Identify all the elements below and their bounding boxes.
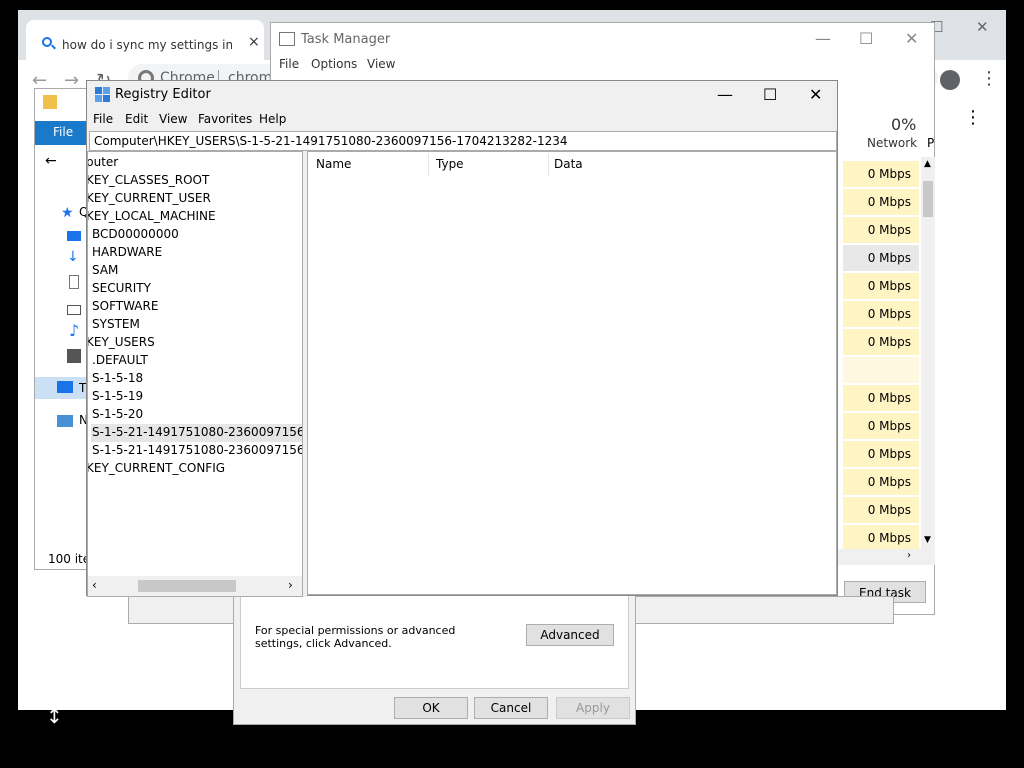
chrome-close-button[interactable]: ✕: [976, 18, 989, 36]
tm-menu-file[interactable]: File: [279, 57, 299, 71]
network-cell: 0 Mbps: [843, 161, 919, 187]
network-cell: 0 Mbps: [843, 273, 919, 299]
cancel-button[interactable]: Cancel: [474, 697, 548, 719]
profile-avatar-icon[interactable]: [940, 70, 960, 90]
tab-close-icon[interactable]: ×: [248, 34, 260, 50]
re-close-button[interactable]: ✕: [809, 85, 822, 104]
re-maximize-button[interactable]: ☐: [763, 85, 777, 104]
tree-node[interactable]: S-1-5-18: [91, 370, 144, 388]
star-icon: ★: [61, 205, 74, 221]
re-minimize-button[interactable]: —: [717, 85, 733, 104]
tree-node[interactable]: .DEFAULT: [91, 352, 149, 370]
network-cell: 0 Mbps: [843, 217, 919, 243]
tree-node[interactable]: S-1-5-19: [91, 388, 144, 406]
tree-node[interactable]: KEY_CURRENT_USER: [88, 190, 212, 208]
tm-menu-view[interactable]: View: [367, 57, 395, 71]
resize-cursor-icon: ↕: [46, 704, 63, 728]
security-panel: For special permissions or advanced sett…: [240, 591, 629, 689]
column-data[interactable]: Data: [554, 157, 583, 171]
tm-scroll-thumb[interactable]: [923, 181, 933, 217]
tree-node[interactable]: SECURITY: [91, 280, 152, 298]
address-bar[interactable]: Computer\HKEY_USERS\S-1-5-21-1491751080-…: [89, 131, 837, 151]
tree-node[interactable]: KEY_CURRENT_CONFIG: [88, 460, 226, 478]
tree-node[interactable]: KEY_LOCAL_MACHINE: [88, 208, 217, 226]
scroll-right-icon[interactable]: ›: [907, 550, 911, 561]
network-cell: 0 Mbps: [843, 525, 919, 551]
tree-node[interactable]: KEY_CLASSES_ROOT: [88, 172, 210, 190]
column-separator[interactable]: [548, 154, 549, 176]
tree-node[interactable]: puter: [88, 154, 119, 172]
column-name[interactable]: Name: [316, 157, 351, 171]
apply-button[interactable]: Apply: [556, 697, 630, 719]
documents-icon: [69, 275, 79, 289]
re-menu-view[interactable]: View: [159, 112, 187, 126]
tab-title: how do i sync my settings in wind: [62, 38, 232, 52]
scroll-left-icon[interactable]: ‹: [92, 578, 97, 592]
tree-scroll-thumb[interactable]: [138, 580, 236, 592]
music-icon: ♪: [69, 321, 80, 340]
search-icon: [42, 37, 52, 47]
network-icon: [57, 415, 73, 427]
advanced-button[interactable]: Advanced: [526, 624, 614, 646]
tm-menu-options[interactable]: Options: [311, 57, 357, 71]
network-percent: 0%: [891, 115, 917, 134]
ribbon-file-tab[interactable]: File: [53, 125, 73, 139]
re-menu-help[interactable]: Help: [259, 112, 286, 126]
network-cell: [843, 357, 919, 383]
scroll-down-icon[interactable]: ▼: [924, 535, 931, 545]
pictures-icon: [67, 305, 81, 315]
tm-maximize-button[interactable]: ☐: [859, 29, 873, 48]
tree-node[interactable]: S-1-5-21-1491751080-2360097156-17042: [91, 442, 302, 460]
task-manager-title: Task Manager: [301, 32, 391, 47]
downloads-icon: ↓: [67, 249, 79, 265]
tm-vertical-scrollbar[interactable]: ▲ ▼: [921, 157, 935, 549]
computer-icon: [57, 381, 73, 393]
registry-editor-window: Registry Editor — ☐ ✕ File Edit View Fav…: [86, 80, 838, 597]
chrome-menu-icon[interactable]: ⋮: [980, 68, 998, 89]
tm-minimize-button[interactable]: —: [815, 29, 831, 48]
tree-node[interactable]: SOFTWARE: [91, 298, 159, 316]
column-separator[interactable]: [428, 154, 429, 176]
ok-button[interactable]: OK: [394, 697, 468, 719]
tree-node[interactable]: BCD00000000: [91, 226, 180, 244]
network-cell: 0 Mbps: [843, 413, 919, 439]
tree-node[interactable]: SAM: [91, 262, 119, 280]
network-cell: 0 Mbps: [843, 441, 919, 467]
back-icon[interactable]: ←: [45, 153, 57, 169]
registry-tree: puter KEY_CLASSES_ROOT KEY_CURRENT_USER KEY…: [87, 151, 303, 597]
registry-editor-icon: [95, 87, 110, 102]
network-cell: 0 Mbps: [843, 497, 919, 523]
network-cell: 0 Mbps: [843, 469, 919, 495]
folder-icon: [43, 95, 57, 109]
videos-icon: [67, 349, 81, 363]
network-cell: 0 Mbps: [843, 245, 919, 271]
values-list: Name Type Data: [307, 151, 837, 595]
chrome-tab[interactable]: how do i sync my settings in wind ×: [26, 20, 264, 60]
re-menu-edit[interactable]: Edit: [125, 112, 148, 126]
tree-node[interactable]: HARDWARE: [91, 244, 163, 262]
column-type[interactable]: Type: [436, 157, 464, 171]
tree-horizontal-scrollbar[interactable]: ‹ ›: [88, 576, 302, 596]
scroll-up-icon[interactable]: ▲: [924, 159, 931, 169]
advanced-note: For special permissions or advanced sett…: [255, 624, 456, 650]
network-label: Network: [867, 136, 918, 150]
re-menu-favorites[interactable]: Favorites: [198, 112, 252, 126]
power-column-partial[interactable]: P: [927, 136, 934, 150]
task-manager-icon: [279, 32, 295, 46]
tree-node[interactable]: S-1-5-21-1491751080-2360097156-17042: [91, 424, 302, 442]
network-cell: 0 Mbps: [843, 301, 919, 327]
network-cell: 0 Mbps: [843, 329, 919, 355]
network-cell: 0 Mbps: [843, 385, 919, 411]
tm-more-icon[interactable]: ⋮: [964, 107, 982, 128]
scroll-right-icon[interactable]: ›: [288, 578, 293, 592]
network-cell: 0 Mbps: [843, 189, 919, 215]
desktop-icon: [67, 231, 81, 241]
tree-node[interactable]: SYSTEM: [91, 316, 141, 334]
security-dialog: For special permissions or advanced sett…: [233, 590, 636, 725]
tree-node[interactable]: S-1-5-20: [91, 406, 144, 424]
tm-close-button[interactable]: ✕: [905, 29, 918, 48]
re-menu-file[interactable]: File: [93, 112, 113, 126]
tree-node[interactable]: KEY_USERS: [88, 334, 156, 352]
registry-editor-title: Registry Editor: [115, 87, 211, 102]
